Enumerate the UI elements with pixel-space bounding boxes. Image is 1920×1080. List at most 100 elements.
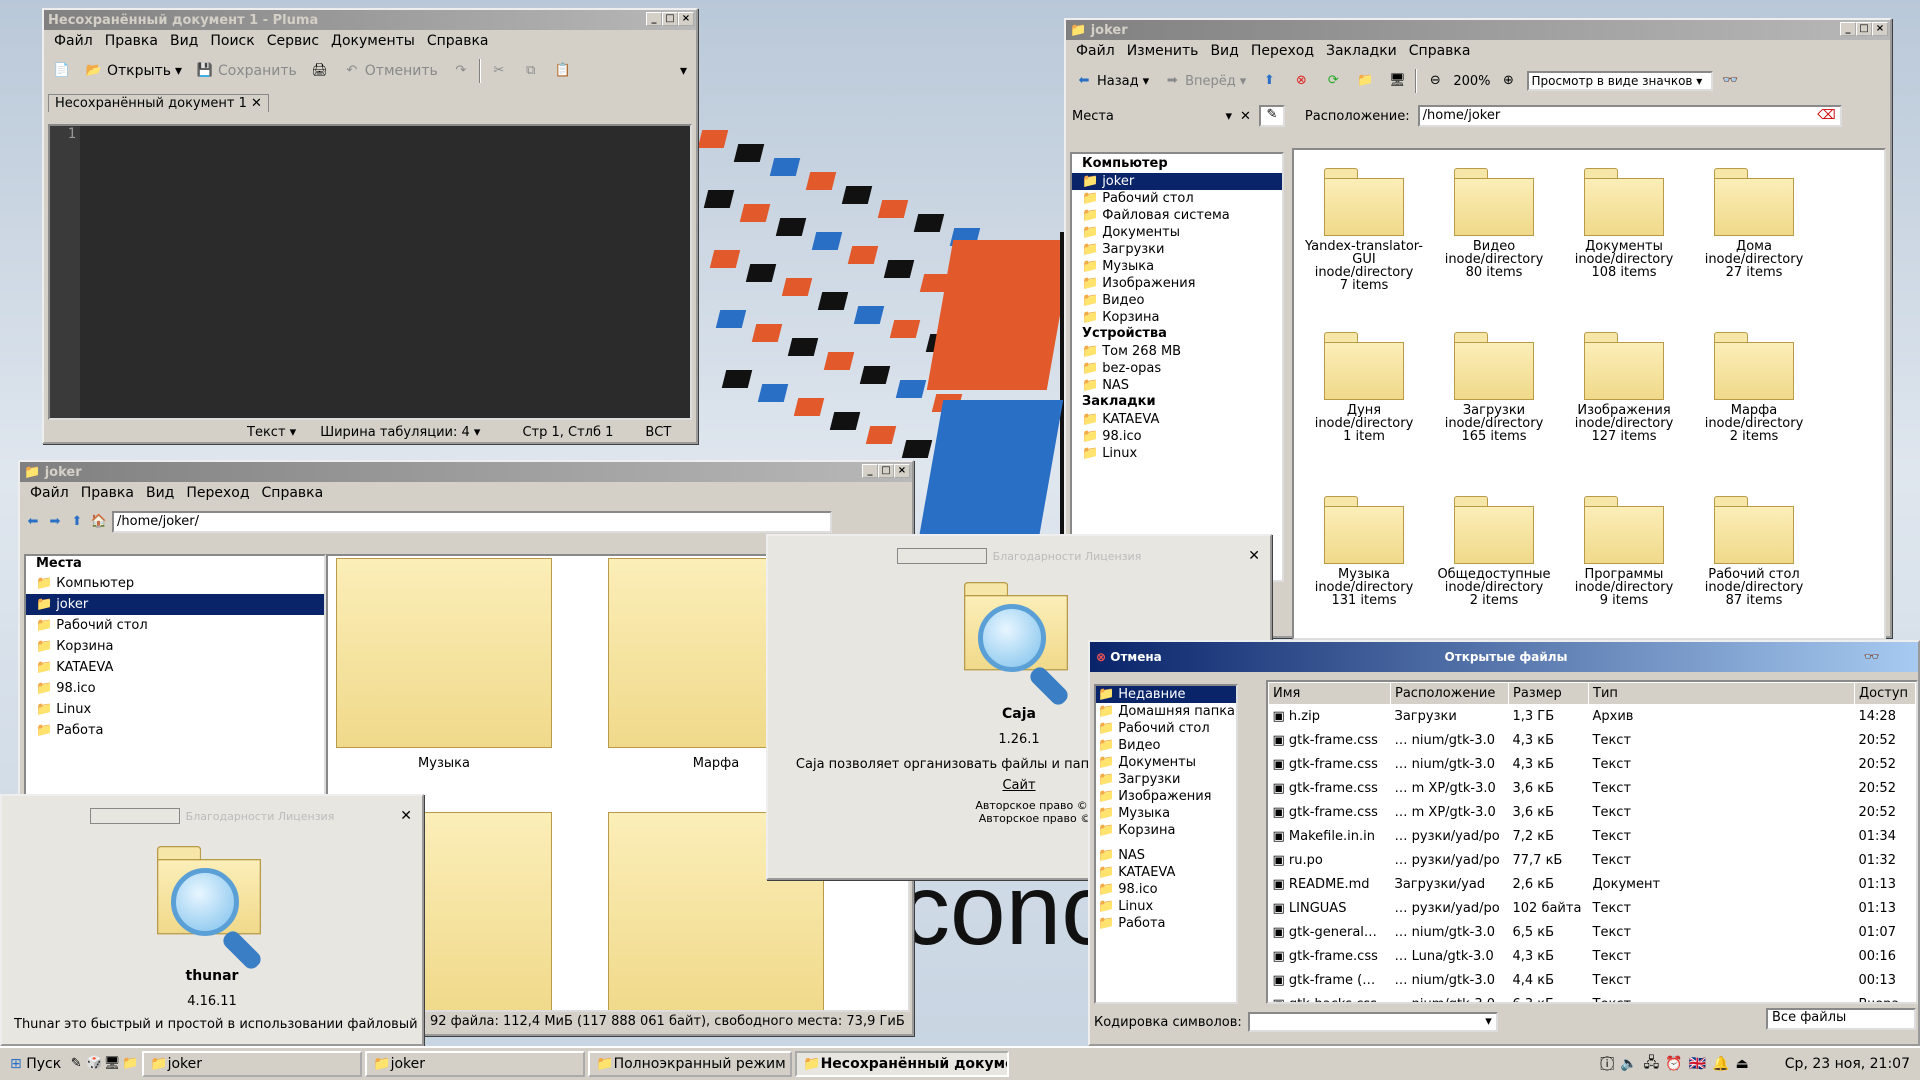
toolbar-overflow[interactable]: ▾ xyxy=(675,61,692,81)
place-item[interactable]: 📁 KATAEVA xyxy=(1096,864,1236,881)
menu-item[interactable]: Сервис xyxy=(261,33,325,49)
up-button[interactable]: ⬆ xyxy=(1255,70,1283,92)
close-icon[interactable]: ✕ xyxy=(400,808,412,824)
quicklaunch-display-icon[interactable]: 🖥 xyxy=(103,1055,121,1073)
menu-item[interactable]: Изменить xyxy=(1121,43,1205,59)
file-row[interactable]: ▣ gtk-frame.css… m XP/gtk-3.0 3,6 кБ Текст… xyxy=(1269,777,1916,801)
folder-item[interactable]: Рабочий стол inode/directory 87 items xyxy=(1694,496,1814,607)
menu-item[interactable]: Поиск xyxy=(204,33,260,49)
sidebar-item[interactable]: 📁 Изображения xyxy=(1072,275,1282,292)
place-item[interactable]: 📁 Загрузки xyxy=(1096,771,1236,788)
file-row[interactable]: ▣ ru.po… рузки/yad/po 77,7 кБ Текст 01:32 xyxy=(1269,849,1916,873)
folder-item[interactable]: Общедоступные inode/directory 2 items xyxy=(1434,496,1554,607)
file-row[interactable]: ▣ gtk-hacks.css… nium/gtk-3.06,3 кБТекст… xyxy=(1269,993,1916,1002)
new-button[interactable]: 📄 xyxy=(48,60,76,82)
cancel-button[interactable]: ⊗ Отмена xyxy=(1096,650,1162,664)
sidebar-item[interactable]: 📁 Корзина xyxy=(1072,309,1282,326)
close-icon[interactable]: ✕ xyxy=(1248,548,1260,564)
taskbar-button[interactable]: 📁 Несохранённый докуме… xyxy=(795,1051,1010,1077)
document-tab[interactable]: Несохранённый документ 1 ✕ xyxy=(48,94,269,112)
forward-button[interactable]: ➡ Вперёд ▾ xyxy=(1158,70,1251,92)
location-input[interactable]: /home/joker/ xyxy=(112,511,832,533)
menu-item[interactable]: Файл xyxy=(24,485,75,501)
status-syntax[interactable]: Текст ▾ xyxy=(247,425,296,440)
file-filter-select[interactable]: Все файлы xyxy=(1766,1008,1916,1030)
reload-button[interactable]: ⟳ xyxy=(1319,70,1347,92)
minimize-button[interactable]: _ xyxy=(862,464,878,478)
sidebar-item[interactable]: 📁 KATAEVA xyxy=(1072,411,1282,428)
place-item[interactable]: 📁 Изображения xyxy=(1096,788,1236,805)
menu-item[interactable]: Файл xyxy=(1070,43,1121,59)
place-item[interactable]: 📁 Корзина xyxy=(1096,822,1236,839)
sidebar-item[interactable]: 📁 Рабочий стол xyxy=(1072,190,1282,207)
back-arrow-icon[interactable]: ⬅ xyxy=(24,513,42,531)
sidebar-item[interactable]: 📁 Рабочий стол xyxy=(26,615,324,636)
sidebar-item[interactable]: 📁 98.ico xyxy=(1072,428,1282,445)
folder-item[interactable]: Дуня inode/directory 1 item xyxy=(1304,332,1424,443)
sidebar-close-icon[interactable]: ✕ xyxy=(1240,109,1251,124)
sidebar-item[interactable]: 📁 Linux xyxy=(1072,445,1282,462)
dialog-titlebar[interactable]: ⊗ Отмена Открытые файлы 👓 xyxy=(1090,642,1918,672)
file-row[interactable]: ▣ gtk-frame.css… nium/gtk-3.0 4,3 кБ Текст… xyxy=(1269,729,1916,753)
sidebar-item[interactable]: 📁 Документы xyxy=(1072,224,1282,241)
search-button[interactable]: 👓 xyxy=(1717,70,1745,92)
menu-item[interactable]: Справка xyxy=(256,485,330,501)
flag-icon[interactable]: 🇬🇧 xyxy=(1689,1056,1706,1072)
tab-close-icon[interactable]: ✕ xyxy=(251,96,262,111)
up-arrow-icon[interactable]: ⬆ xyxy=(68,513,86,531)
file-row[interactable]: ▣ gtk-frame.css… nium/gtk-3.0 4,3 кБ Текст… xyxy=(1269,753,1916,777)
quicklaunch-app-icon[interactable]: 🎲 xyxy=(85,1055,103,1073)
open-button[interactable]: 📂 Открыть ▾ xyxy=(80,60,187,82)
undo-button[interactable]: ↶ Отменить xyxy=(338,60,443,82)
quicklaunch-files-icon[interactable]: 📁 xyxy=(121,1055,139,1073)
binoculars-icon[interactable]: 👓 xyxy=(1864,650,1880,665)
place-item[interactable]: 📁 NAS xyxy=(1096,847,1236,864)
place-item[interactable]: 📁 98.ico xyxy=(1096,881,1236,898)
folder-item[interactable]: Дома inode/directory 27 items xyxy=(1694,168,1814,279)
place-item[interactable]: 📁 Документы xyxy=(1096,754,1236,771)
taskbar-button[interactable]: 📁 joker xyxy=(365,1051,586,1077)
menu-item[interactable]: Вид xyxy=(1204,43,1244,59)
sidebar-item[interactable]: 📁 joker xyxy=(26,594,324,615)
pluma-titlebar[interactable]: Несохранённый документ 1 - Pluma _ □ × xyxy=(44,10,696,30)
minimize-button[interactable]: _ xyxy=(646,12,662,26)
sidebar-selector[interactable]: Места ▾ xyxy=(1072,109,1232,124)
menu-item[interactable]: Переход xyxy=(1245,43,1320,59)
sidebar-item[interactable]: 📁 Файловая система xyxy=(1072,207,1282,224)
sidebar-item[interactable]: 📁 Корзина xyxy=(26,636,324,657)
place-item[interactable]: 📁 Linux xyxy=(1096,898,1236,915)
maximize-button[interactable]: □ xyxy=(662,12,678,26)
thunar-titlebar[interactable]: 📁 joker _ □ × xyxy=(20,462,912,482)
sidebar-item[interactable]: 📁 NAS xyxy=(1072,377,1282,394)
status-tabwidth[interactable]: Ширина табуляции: 4 ▾ xyxy=(320,425,480,440)
column-header[interactable]: Тип xyxy=(1588,682,1855,705)
maximize-button[interactable]: □ xyxy=(878,464,894,478)
sidebar-item[interactable]: 📁 joker xyxy=(1072,173,1282,190)
clock-icon[interactable]: ⏰ xyxy=(1665,1056,1682,1072)
close-button[interactable]: × xyxy=(678,12,694,26)
menu-item[interactable]: Вид xyxy=(140,485,180,501)
file-row[interactable]: ▣ h.zip Загрузки 1,3 ГБ Архив 14:28 xyxy=(1269,705,1916,729)
stop-button[interactable]: ⊗ xyxy=(1287,70,1315,92)
zoom-in-button[interactable]: ⊕ xyxy=(1495,70,1523,92)
menu-item[interactable]: Переход xyxy=(180,485,255,501)
menu-item[interactable]: Файл xyxy=(48,33,99,49)
folder-item[interactable]: Изображения inode/directory 127 items xyxy=(1564,332,1684,443)
back-button[interactable]: ⬅ Назад ▾ xyxy=(1070,70,1154,92)
sidebar-item[interactable]: 📁 Компьютер xyxy=(26,573,324,594)
menu-item[interactable]: Закладки xyxy=(1320,43,1403,59)
maximize-button[interactable]: □ xyxy=(1856,22,1872,36)
home-icon[interactable]: 🏠 xyxy=(90,513,108,531)
notification-icon[interactable]: 🔔 xyxy=(1712,1056,1729,1072)
print-button[interactable]: 🖨 xyxy=(306,60,334,82)
caja-titlebar[interactable]: 📁 joker _ □ × xyxy=(1066,20,1890,40)
place-item[interactable]: 📁 Работа xyxy=(1096,915,1236,932)
menu-item[interactable]: Вид xyxy=(164,33,204,49)
folder-item[interactable]: Марфа inode/directory 2 items xyxy=(1694,332,1814,443)
column-header[interactable]: Размер xyxy=(1508,682,1589,705)
folder-item[interactable]: Видео inode/directory 80 items xyxy=(1434,168,1554,279)
sidebar-item[interactable]: 📁 Видео xyxy=(1072,292,1282,309)
menu-item[interactable]: Документы xyxy=(325,33,421,49)
location-input[interactable]: /home/joker ⌫ xyxy=(1417,105,1842,127)
clear-icon[interactable]: ⌫ xyxy=(1817,107,1835,125)
